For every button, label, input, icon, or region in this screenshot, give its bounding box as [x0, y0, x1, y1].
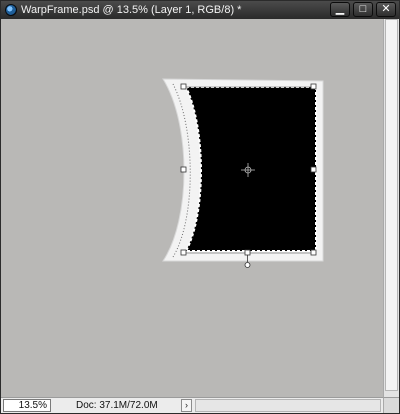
- window-title: WarpFrame.psd @ 13.5% (Layer 1, RGB/8) *: [21, 4, 242, 16]
- close-button[interactable]: ✕: [376, 2, 396, 17]
- handle-bottom-left[interactable]: [180, 249, 187, 256]
- handle-top-right[interactable]: [310, 83, 317, 90]
- window-controls: ▁ □ ✕: [330, 2, 396, 18]
- horizontal-scrollbar[interactable]: [195, 399, 381, 412]
- canvas-area[interactable]: [1, 19, 383, 397]
- status-menu-button[interactable]: ›: [181, 399, 192, 412]
- handle-middle-left[interactable]: [180, 166, 187, 173]
- canvas-artwork[interactable]: [1, 19, 383, 397]
- handle-top-left[interactable]: [180, 83, 187, 90]
- document-size-info: Doc: 37.1M/72.0M: [76, 400, 158, 411]
- rotate-handle[interactable]: [244, 262, 251, 268]
- handle-bottom-right[interactable]: [310, 249, 317, 256]
- scroll-corner: [383, 397, 399, 413]
- document-window: WarpFrame.psd @ 13.5% (Layer 1, RGB/8) *…: [0, 0, 400, 414]
- chevron-right-icon: ›: [185, 400, 188, 410]
- title-bar[interactable]: WarpFrame.psd @ 13.5% (Layer 1, RGB/8) *…: [1, 1, 399, 20]
- close-icon: ✕: [381, 3, 391, 15]
- maximize-button[interactable]: □: [353, 2, 373, 17]
- vertical-scrollbar[interactable]: [383, 19, 399, 397]
- handle-middle-right[interactable]: [310, 166, 317, 173]
- vertical-scroll-thumb[interactable]: [385, 19, 398, 391]
- handle-bottom-center[interactable]: [244, 249, 251, 256]
- maximize-icon: □: [359, 3, 367, 15]
- zoom-input[interactable]: 13.5%: [3, 399, 51, 412]
- minimize-icon: ▁: [335, 3, 345, 15]
- minimize-button[interactable]: ▁: [330, 2, 350, 17]
- status-bar: 13.5% Doc: 37.1M/72.0M ›: [1, 397, 399, 413]
- photoshop-document-icon[interactable]: [5, 4, 17, 16]
